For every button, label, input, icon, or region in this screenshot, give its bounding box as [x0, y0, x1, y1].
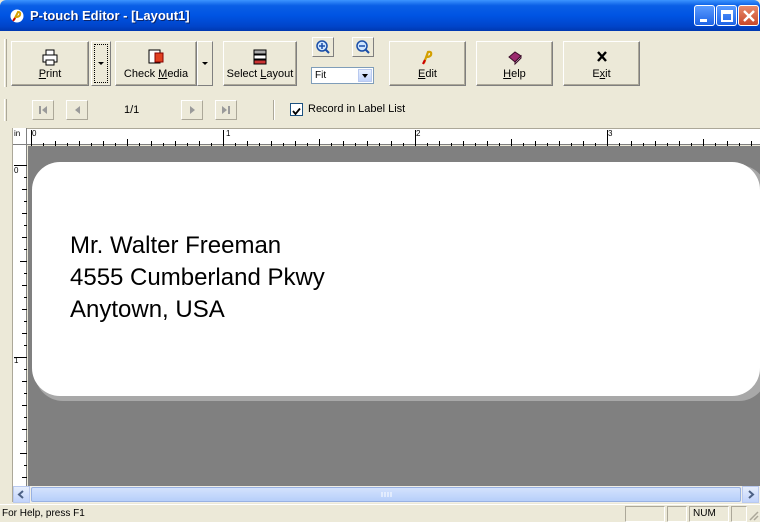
next-page-button[interactable]	[181, 100, 203, 120]
printer-icon	[42, 49, 58, 66]
zoom-in-icon	[316, 40, 330, 54]
zoom-value: Fit	[315, 70, 327, 81]
status-num-indicator: NUM	[689, 506, 729, 522]
maximize-icon	[721, 10, 733, 22]
print-label: Print	[38, 68, 62, 80]
exit-x-icon	[596, 51, 607, 62]
zoom-out-button[interactable]	[352, 37, 374, 57]
scroll-left-icon	[17, 490, 24, 499]
hruler-label-2: 2	[416, 129, 421, 138]
vertical-ruler: 0 1	[13, 145, 27, 487]
address-line-3[interactable]: Anytown, USA	[70, 296, 225, 324]
address-line-2[interactable]: 4555 Cumberland Pkwy	[70, 264, 325, 292]
navbar-separator	[273, 100, 275, 120]
first-page-icon	[39, 106, 47, 114]
zoom-select[interactable]: Fit	[311, 67, 374, 84]
status-bar: For Help, press F1 NUM	[0, 504, 760, 522]
hruler-label-3: 3	[608, 129, 613, 138]
select-layout-icon	[253, 49, 267, 65]
vertical-ruler-ticks	[14, 165, 27, 478]
scroll-right-button[interactable]	[742, 486, 759, 503]
horizontal-ruler: 0 1 2 3	[13, 128, 760, 146]
vruler-label-0: 0	[14, 166, 19, 175]
help-book-icon	[507, 51, 522, 66]
previous-page-button[interactable]	[66, 100, 88, 120]
help-button[interactable]: Help	[476, 41, 553, 86]
horizontal-ruler-ticks	[31, 130, 752, 146]
print-button[interactable]: Print	[11, 41, 89, 86]
navigation-bar: 1/1 Record in Label List	[0, 97, 760, 125]
edit-label: Edit	[418, 68, 437, 80]
record-in-label-list-checkbox[interactable]	[290, 103, 303, 116]
vruler-label-1: 1	[14, 356, 19, 365]
zoom-in-button[interactable]	[312, 37, 334, 57]
checkmark-icon	[292, 107, 301, 116]
page-indicator: 1/1	[124, 104, 140, 116]
print-dropdown-arrow[interactable]	[91, 41, 111, 86]
edit-button[interactable]: Edit	[389, 41, 466, 86]
edit-icon	[421, 50, 432, 65]
ruler-corner: in	[13, 128, 27, 145]
resize-grip-icon[interactable]	[748, 510, 760, 522]
last-page-button[interactable]	[215, 100, 237, 120]
hruler-label-0: 0	[32, 129, 37, 138]
status-panel-empty-2	[667, 506, 687, 522]
minimize-button[interactable]	[694, 5, 715, 26]
close-button[interactable]	[738, 5, 759, 26]
previous-page-icon	[75, 106, 80, 114]
status-panel-empty-1	[625, 506, 665, 522]
help-label: Help	[503, 68, 526, 80]
check-media-label: Check Media	[123, 68, 189, 80]
first-page-button[interactable]	[32, 100, 54, 120]
last-page-icon	[222, 106, 230, 114]
restore-button[interactable]	[716, 5, 737, 26]
layout-canvas[interactable]: Mr. Walter Freeman 4555 Cumberland Pkwy …	[28, 146, 760, 486]
chevron-down-icon[interactable]	[358, 69, 372, 82]
main-toolbar: Print Check Media Select Layout Fit Edit…	[0, 31, 760, 93]
title-bar[interactable]: P-touch Editor - [Layout1]	[0, 0, 760, 31]
scroll-right-icon	[748, 490, 755, 499]
address-line-1[interactable]: Mr. Walter Freeman	[70, 232, 281, 260]
ruler-unit: in	[14, 129, 21, 138]
select-layout-label: Select Layout	[226, 68, 294, 80]
scroll-grip-icon	[381, 492, 392, 497]
record-in-label-list-label[interactable]: Record in Label List	[308, 103, 405, 115]
select-layout-button[interactable]: Select Layout	[223, 41, 297, 86]
workspace-left-edge	[0, 128, 13, 502]
close-icon	[743, 10, 755, 22]
toolbar-grip[interactable]	[4, 39, 7, 87]
app-window: P-touch Editor - [Layout1] Print Check M…	[0, 0, 760, 522]
window-title: P-touch Editor - [Layout1]	[30, 8, 190, 23]
hruler-label-1: 1	[226, 129, 231, 138]
exit-button[interactable]: Exit	[563, 41, 640, 86]
label-paper[interactable]: Mr. Walter Freeman 4555 Cumberland Pkwy …	[32, 162, 760, 396]
check-media-icon	[148, 49, 164, 64]
status-panel-empty-3	[731, 506, 747, 522]
minimize-icon	[700, 19, 707, 22]
horizontal-scrollbar[interactable]	[13, 486, 760, 503]
horizontal-scroll-thumb[interactable]	[31, 487, 741, 502]
scroll-left-button[interactable]	[13, 486, 30, 503]
navbar-grip[interactable]	[4, 99, 7, 121]
exit-label: Exit	[592, 68, 611, 80]
check-media-dropdown-arrow[interactable]	[197, 41, 213, 86]
check-media-button[interactable]: Check Media	[115, 41, 197, 86]
status-help-text: For Help, press F1	[2, 508, 85, 519]
zoom-out-icon	[356, 40, 370, 54]
ptouch-app-icon	[10, 9, 24, 23]
next-page-icon	[190, 106, 195, 114]
